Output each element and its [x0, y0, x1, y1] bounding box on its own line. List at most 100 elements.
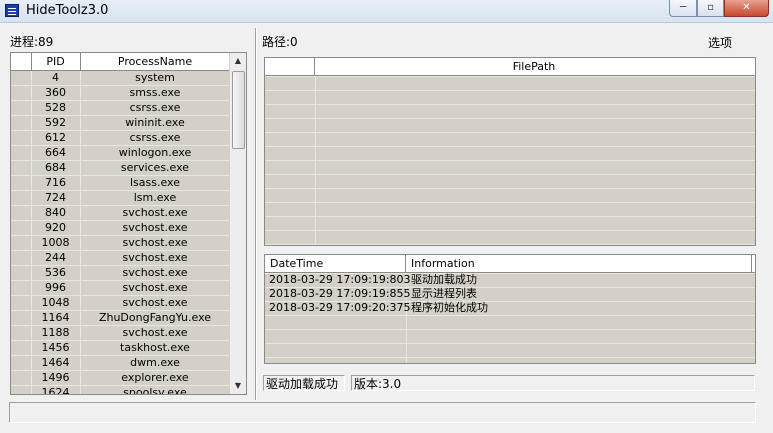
status-bar [9, 402, 756, 423]
process-name-cell: winlogon.exe [118, 146, 192, 159]
process-name-cell: svchost.exe [122, 236, 188, 249]
row-selector[interactable] [11, 71, 32, 85]
table-row[interactable]: 724 lsm.exe [11, 191, 231, 206]
panel-splitter[interactable] [255, 28, 256, 400]
table-row[interactable]: 716 lsass.exe [11, 176, 231, 191]
process-name-cell: explorer.exe [121, 371, 189, 384]
options-menu[interactable]: 选项 [708, 34, 732, 51]
row-selector[interactable] [11, 116, 32, 130]
row-selector[interactable] [11, 386, 32, 394]
pid-cell: 684 [31, 161, 81, 175]
table-row[interactable]: 244 svchost.exe [11, 251, 231, 266]
table-row[interactable]: 536 svchost.exe [11, 266, 231, 281]
row-selector[interactable] [11, 356, 32, 370]
pid-cell: 724 [31, 191, 81, 205]
process-name-cell: svchost.exe [122, 326, 188, 339]
table-row[interactable]: 592 wininit.exe [11, 116, 231, 131]
table-row[interactable]: 4 system [11, 71, 231, 86]
row-selector[interactable] [11, 221, 32, 235]
table-row[interactable]: 1496 explorer.exe [11, 371, 231, 386]
filepath-rows [265, 76, 755, 245]
row-selector[interactable] [11, 251, 32, 265]
process-name-cell: svchost.exe [122, 221, 188, 234]
process-count-label: 进程:89 [10, 35, 54, 49]
close-button[interactable]: ✕ [724, 0, 769, 17]
table-row[interactable]: 1624 spoolsv.exe [11, 386, 231, 395]
process-name-cell: services.exe [120, 161, 190, 174]
log-row[interactable]: 2018-03-29 17:09:19:803 驱动加载成功 [265, 273, 755, 287]
row-selector[interactable] [11, 131, 32, 145]
table-row[interactable]: 528 csrss.exe [11, 101, 231, 116]
pid-cell: 528 [31, 101, 81, 115]
process-name-cell: wininit.exe [125, 116, 185, 129]
information-cell: 驱动加载成功 [411, 273, 477, 286]
column-header-filepath[interactable]: FilePath [315, 58, 753, 75]
column-header-pid[interactable]: PID [31, 53, 81, 70]
row-selector[interactable] [11, 146, 32, 160]
process-name-cell: taskhost.exe [120, 341, 190, 354]
row-selector[interactable] [11, 206, 32, 220]
driver-status: 驱动加载成功 [263, 375, 345, 391]
process-table-header: PID ProcessName [11, 53, 231, 71]
process-rows: 4 system 360 smss.exe 528 csrss.exe 592 wininit… [11, 71, 231, 395]
process-name-cell: svchost.exe [122, 296, 188, 309]
row-selector[interactable] [11, 191, 32, 205]
scroll-down-icon[interactable]: ▼ [230, 378, 246, 394]
column-header-datetime[interactable]: DateTime [265, 255, 406, 272]
row-selector[interactable] [11, 101, 32, 115]
process-name-cell: ZhuDongFangYu.exe [98, 311, 212, 324]
table-row[interactable]: 664 winlogon.exe [11, 146, 231, 161]
table-row[interactable]: 1164 ZhuDongFangYu.exe [11, 311, 231, 326]
table-row[interactable]: 840 svchost.exe [11, 206, 231, 221]
column-header-information[interactable]: Information [406, 255, 752, 272]
pid-cell: 536 [31, 266, 81, 280]
column-header-processname[interactable]: ProcessName [81, 53, 229, 70]
pid-cell: 592 [31, 116, 81, 130]
datetime-cell: 2018-03-29 17:09:20:375 [269, 301, 411, 314]
row-selector[interactable] [11, 86, 32, 100]
table-row[interactable]: 1008 svchost.exe [11, 236, 231, 251]
row-selector[interactable] [11, 281, 32, 295]
row-selector[interactable] [11, 341, 32, 355]
title-bar: HideToolz3.0 ─ ▫ ✕ [0, 0, 773, 23]
pid-cell: 4 [31, 71, 81, 85]
log-table-header: DateTime Information [265, 255, 755, 273]
maximize-button[interactable]: ▫ [697, 0, 724, 17]
table-row[interactable]: 920 svchost.exe [11, 221, 231, 236]
process-scrollbar[interactable]: ▲ ▼ [229, 53, 246, 394]
minimize-button[interactable]: ─ [669, 0, 697, 17]
table-row[interactable]: 360 smss.exe [11, 86, 231, 101]
table-row[interactable]: 996 svchost.exe [11, 281, 231, 296]
table-row[interactable]: 1456 taskhost.exe [11, 341, 231, 356]
row-selector[interactable] [11, 311, 32, 325]
row-selector[interactable] [11, 326, 32, 340]
scroll-thumb[interactable] [232, 71, 245, 149]
scroll-up-icon[interactable]: ▲ [230, 53, 246, 69]
log-row[interactable]: 2018-03-29 17:09:20:375 程序初始化成功 [265, 301, 755, 315]
row-selector[interactable] [11, 161, 32, 175]
table-row[interactable]: 1048 svchost.exe [11, 296, 231, 311]
table-row[interactable]: 684 services.exe [11, 161, 231, 176]
table-row[interactable]: 612 csrss.exe [11, 131, 231, 146]
row-selector[interactable] [11, 296, 32, 310]
header-selector-cell [11, 53, 32, 70]
row-selector[interactable] [11, 371, 32, 385]
process-name-cell: lsm.exe [133, 191, 177, 204]
row-selector[interactable] [11, 266, 32, 280]
table-row[interactable]: 1464 dwm.exe [11, 356, 231, 371]
process-table[interactable]: PID ProcessName 4 system 360 smss.exe 528 csr… [10, 52, 247, 395]
process-name-cell: svchost.exe [122, 281, 188, 294]
process-name-cell: spoolsv.exe [123, 386, 187, 395]
app-icon [5, 4, 19, 17]
process-name-cell: svchost.exe [122, 251, 188, 264]
pid-cell: 1456 [31, 341, 81, 355]
row-selector[interactable] [11, 236, 32, 250]
table-row[interactable]: 1188 svchost.exe [11, 326, 231, 341]
filepath-table[interactable]: FilePath [264, 57, 756, 246]
pid-cell: 664 [31, 146, 81, 160]
log-row[interactable]: 2018-03-29 17:09:19:855 显示进程列表 [265, 287, 755, 301]
pid-cell: 840 [31, 206, 81, 220]
row-selector[interactable] [11, 176, 32, 190]
log-table[interactable]: DateTime Information 2018-03-29 17:09:19… [264, 254, 756, 364]
pid-cell: 1496 [31, 371, 81, 385]
